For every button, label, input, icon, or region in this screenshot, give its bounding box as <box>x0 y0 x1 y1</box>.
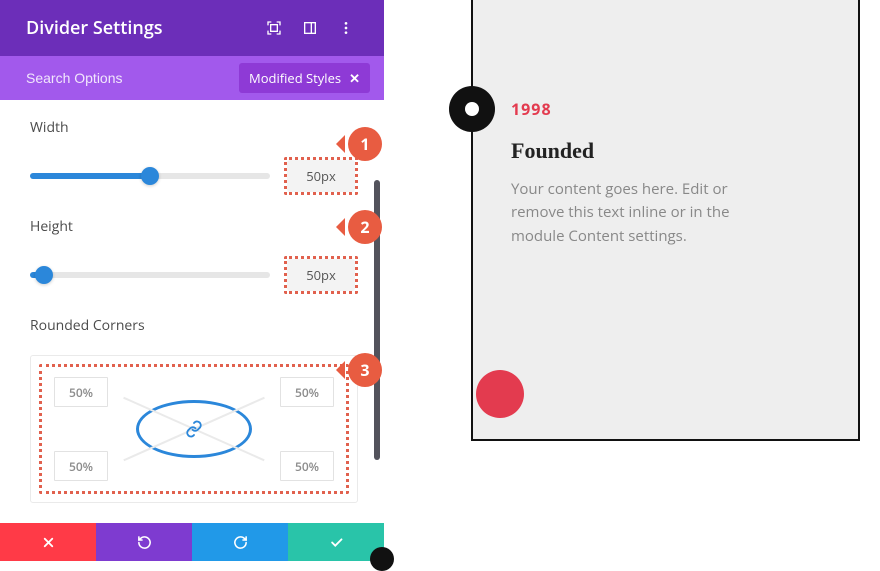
redo-button[interactable] <box>192 523 288 561</box>
filter-tag[interactable]: Modified Styles ✕ <box>239 63 370 93</box>
rounded-corners-box <box>30 355 358 503</box>
layout-icon[interactable] <box>292 10 328 46</box>
expand-icon[interactable] <box>256 10 292 46</box>
width-field: Width <box>30 118 358 195</box>
close-icon[interactable]: ✕ <box>349 69 360 87</box>
timeline-title: Founded <box>511 138 741 164</box>
corner-br-input[interactable] <box>280 451 334 481</box>
width-value-input[interactable] <box>287 160 355 192</box>
callout-marker-3: 3 <box>348 353 382 387</box>
more-icon[interactable] <box>328 10 364 46</box>
corner-tl-input[interactable] <box>54 377 108 407</box>
cancel-button[interactable] <box>0 523 96 561</box>
timeline-node <box>449 86 495 132</box>
width-slider-thumb[interactable] <box>141 167 159 185</box>
timeline-year: 1998 <box>511 98 552 120</box>
panel-title: Divider Settings <box>26 16 256 40</box>
height-value-input[interactable] <box>287 259 355 291</box>
filter-tag-label: Modified Styles <box>249 69 341 87</box>
width-label: Width <box>30 118 358 137</box>
panel-body: Width Height <box>0 100 384 570</box>
search-bar: Modified Styles ✕ <box>0 56 384 100</box>
height-slider[interactable] <box>30 272 270 278</box>
timeline-content[interactable]: Founded Your content goes here. Edit or … <box>511 138 741 248</box>
width-slider-fill <box>30 173 150 179</box>
timeline-text: Your content goes here. Edit or remove t… <box>511 178 741 248</box>
action-bar <box>0 523 384 561</box>
rounded-corners-highlight <box>39 364 349 494</box>
settings-panel: Divider Settings Modified Styles ✕ Width <box>0 0 384 561</box>
timeline-node-dot <box>465 102 479 116</box>
undo-button[interactable] <box>96 523 192 561</box>
corner-bl-input[interactable] <box>54 451 108 481</box>
height-label: Height <box>30 217 358 236</box>
divider-shape[interactable] <box>476 370 524 418</box>
panel-header: Divider Settings <box>0 0 384 56</box>
height-slider-thumb[interactable] <box>35 266 53 284</box>
height-field: Height <box>30 217 358 294</box>
callout-marker-2: 2 <box>348 210 382 244</box>
link-corners-button[interactable] <box>136 400 252 458</box>
rounded-corners-label: Rounded Corners <box>30 316 358 335</box>
width-slider[interactable] <box>30 173 270 179</box>
rounded-corners-field: Rounded Corners <box>30 316 358 503</box>
preview-canvas: 1998 Founded Your content goes here. Edi… <box>471 0 860 441</box>
callout-marker-1: 1 <box>348 127 382 161</box>
drag-handle-icon[interactable] <box>370 547 394 571</box>
corner-tr-input[interactable] <box>280 377 334 407</box>
search-input[interactable] <box>26 70 239 86</box>
